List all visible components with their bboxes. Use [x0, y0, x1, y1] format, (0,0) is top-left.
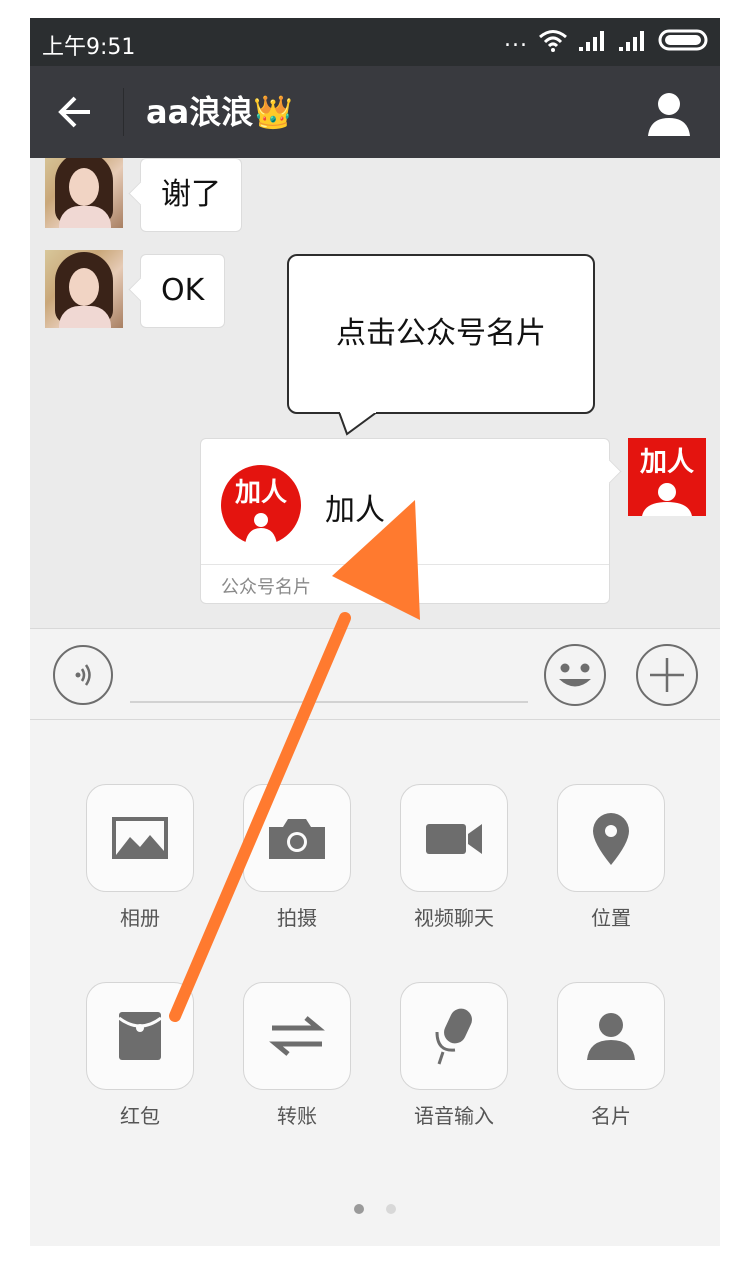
message-bubble[interactable]: 谢了	[140, 158, 242, 232]
tool-tile[interactable]	[400, 784, 508, 892]
card-footer: 公众号名片	[201, 564, 609, 604]
message-input[interactable]	[130, 649, 528, 703]
location-pin-icon	[593, 813, 629, 865]
tool-label: 转账	[277, 1104, 317, 1128]
camera-icon	[269, 819, 325, 859]
tool-location[interactable]: 位置	[557, 784, 665, 931]
tools-panel: 相册 拍摄 视频聊天 位置 红包 转账 语音输入 名片	[30, 720, 720, 1246]
voice-button[interactable]	[52, 644, 114, 706]
tool-transfer[interactable]: 转账	[243, 982, 351, 1129]
card-type-label: 公众号名片	[221, 577, 311, 598]
video-camera-icon	[426, 824, 482, 854]
card-name: 加人	[325, 493, 385, 528]
plus-icon	[636, 644, 698, 706]
red-envelope-icon	[118, 1012, 162, 1060]
tool-label: 拍摄	[277, 906, 317, 930]
tool-red-envelope[interactable]: 红包	[86, 982, 194, 1129]
crown-emoji: 👑	[253, 93, 294, 131]
image-icon	[112, 817, 168, 859]
more-button[interactable]	[634, 642, 700, 708]
emoji-button[interactable]	[542, 642, 608, 708]
chat-info-button[interactable]	[644, 90, 694, 136]
tool-tile[interactable]	[557, 982, 665, 1090]
tool-album[interactable]: 相册	[86, 784, 194, 931]
microphone-icon	[435, 1008, 472, 1065]
annotation-callout: 点击公众号名片	[287, 254, 595, 414]
tool-label: 位置	[591, 906, 631, 930]
official-account-card[interactable]: 加人 加人 公众号名片	[200, 438, 610, 604]
back-arrow-icon	[58, 96, 90, 128]
person-card-icon	[587, 1013, 635, 1060]
title-divider	[123, 88, 124, 136]
tool-label: 红包	[120, 1104, 160, 1128]
signal-icon	[579, 31, 604, 51]
tool-business-card[interactable]: 名片	[557, 982, 665, 1129]
account-logo-icon: 加人	[221, 465, 301, 545]
contact-avatar[interactable]	[45, 250, 123, 328]
voice-icon	[53, 645, 113, 705]
wifi-icon	[539, 30, 567, 52]
person-icon	[648, 93, 690, 136]
annotation-text: 点击公众号名片	[336, 316, 546, 351]
tool-camera[interactable]: 拍摄	[243, 784, 351, 931]
my-avatar-text: 加人	[640, 447, 694, 478]
page-dot-active	[354, 1204, 364, 1214]
tool-tile[interactable]	[400, 982, 508, 1090]
more-dots: ...	[504, 27, 528, 52]
tool-tile[interactable]	[243, 784, 351, 892]
tool-tile[interactable]	[86, 982, 194, 1090]
signal-icon	[619, 31, 644, 51]
emoji-icon	[544, 644, 606, 706]
tool-tile[interactable]	[86, 784, 194, 892]
card-logo-text: 加人	[235, 478, 287, 508]
tool-label: 语音输入	[414, 1104, 494, 1128]
page-dot	[386, 1204, 396, 1214]
tool-label: 视频聊天	[414, 906, 494, 930]
tool-video-chat[interactable]: 视频聊天	[400, 784, 508, 931]
tool-label: 名片	[591, 1104, 631, 1128]
message-bubble[interactable]: OK	[140, 254, 226, 328]
chat-area[interactable]: 谢了 OK 点击公众号名片 加人 加人 公众号名片 加人	[30, 158, 720, 628]
contact-avatar[interactable]	[45, 158, 123, 228]
back-button[interactable]	[50, 90, 100, 134]
my-avatar[interactable]: 加人	[628, 438, 706, 516]
title-bar: aa浪浪👑	[30, 66, 720, 158]
chat-title: aa浪浪👑	[146, 92, 293, 132]
phone-screen: 上午9:51 ... aa浪浪👑 谢了 OK 点击公众号名片 加人 加人 公众号…	[30, 18, 720, 1246]
status-icons: ...	[504, 28, 710, 52]
tool-label: 相册	[120, 906, 160, 930]
tool-tile[interactable]	[557, 784, 665, 892]
status-bar: 上午9:51 ...	[30, 18, 720, 66]
status-time: 上午9:51	[42, 35, 136, 60]
tool-tile[interactable]	[243, 982, 351, 1090]
chat-title-text: aa浪浪	[146, 93, 254, 131]
page-indicator	[30, 1204, 720, 1214]
input-bar	[30, 628, 720, 720]
tool-voice-input[interactable]: 语音输入	[400, 982, 508, 1129]
transfer-arrows-icon	[269, 1016, 325, 1056]
battery-icon	[658, 29, 708, 51]
